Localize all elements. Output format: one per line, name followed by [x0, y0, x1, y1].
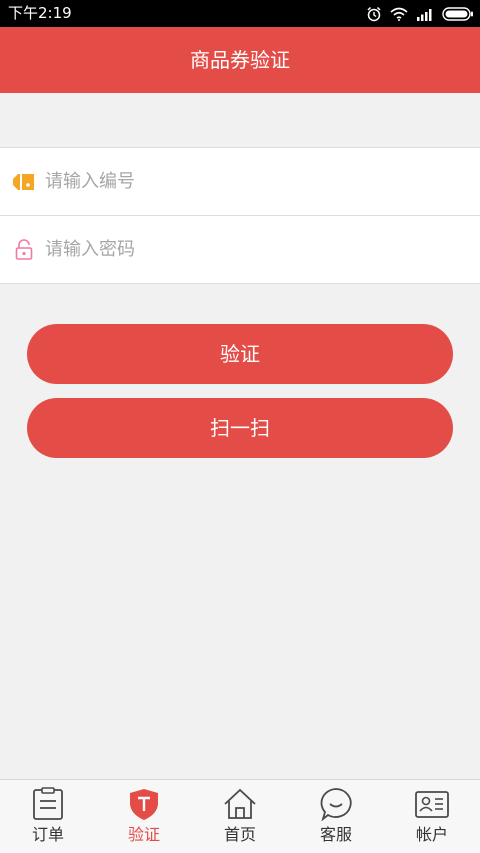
tab-label: 订单 — [31, 825, 64, 844]
tab-bar: 订单 验证 首页 客服 帐户 — [0, 779, 480, 853]
voucher-form — [0, 147, 480, 284]
alarm-icon — [367, 6, 381, 21]
code-field-row — [0, 148, 480, 215]
tab-verify[interactable]: 验证 — [96, 780, 192, 853]
status-icons — [366, 4, 474, 23]
shield-icon — [130, 789, 158, 820]
wifi-icon — [390, 7, 408, 21]
page-title: 商品券验证 — [190, 48, 290, 72]
status-time: 下午2:19 — [8, 4, 72, 22]
ticket-icon — [13, 174, 34, 190]
tab-orders[interactable]: 订单 — [0, 780, 96, 853]
tab-label: 验证 — [127, 825, 160, 844]
tab-label: 帐户 — [415, 825, 448, 844]
tab-account[interactable]: 帐户 — [384, 780, 480, 853]
order-icon — [33, 787, 63, 820]
id-card-icon — [415, 791, 449, 818]
password-field-row — [0, 216, 480, 283]
tab-home[interactable]: 首页 — [192, 780, 288, 853]
signal-icon — [417, 8, 432, 21]
tab-label: 首页 — [223, 825, 256, 844]
status-bar: 下午2:19 — [0, 0, 480, 27]
verify-button[interactable]: 验证 — [27, 324, 453, 384]
battery-icon — [442, 6, 473, 21]
lock-icon — [15, 239, 33, 260]
scan-button[interactable]: 扫一扫 — [27, 398, 453, 458]
password-input[interactable] — [45, 234, 465, 264]
chat-icon — [320, 788, 352, 821]
tab-service[interactable]: 客服 — [288, 780, 384, 853]
code-input[interactable] — [45, 166, 465, 196]
app-header: 商品券验证 — [0, 27, 480, 93]
home-icon — [224, 788, 256, 819]
tab-label: 客服 — [319, 825, 352, 844]
